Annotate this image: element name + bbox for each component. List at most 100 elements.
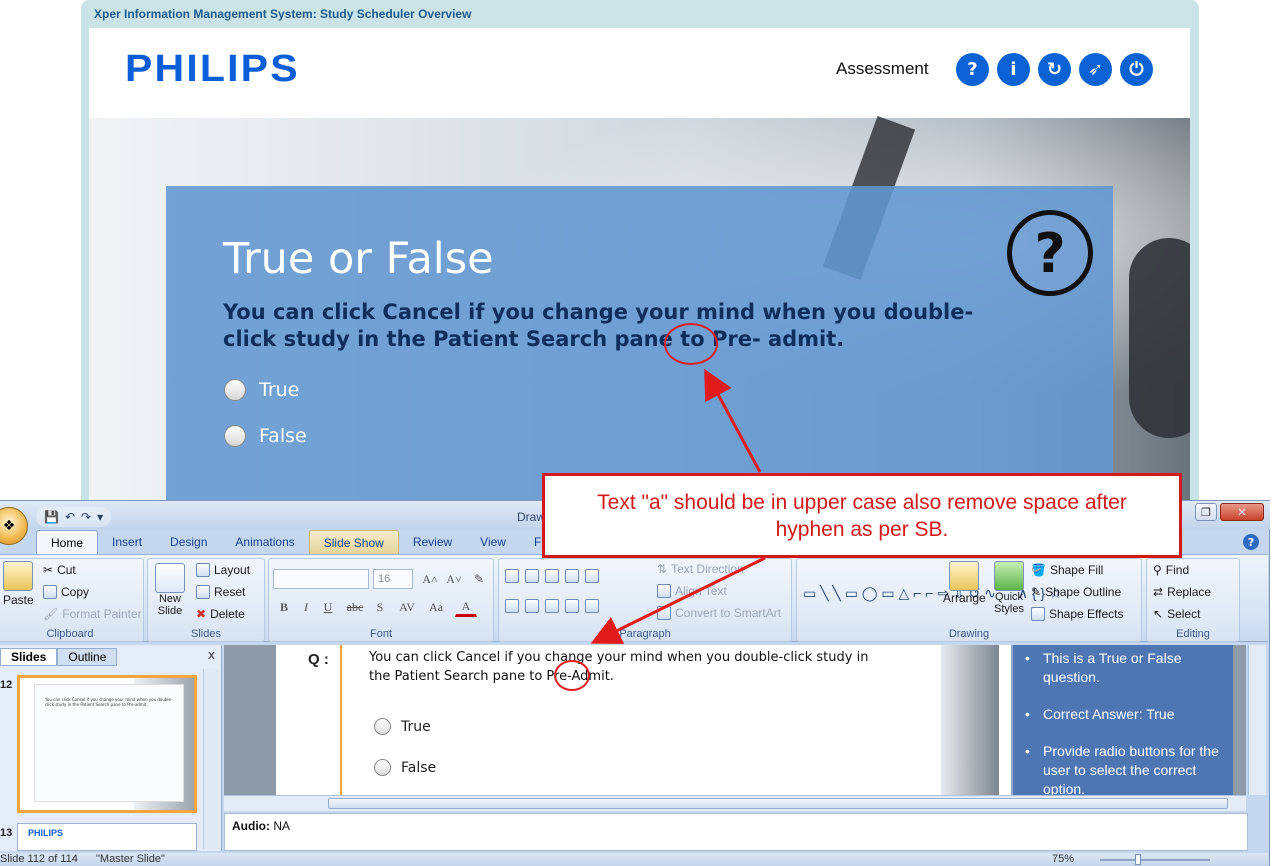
clear-format-icon[interactable]: ✎ — [468, 569, 490, 589]
align-right-icon[interactable] — [545, 599, 559, 613]
strikethrough-button[interactable]: abc — [341, 597, 369, 617]
cursor-icon: ↖ — [1153, 607, 1164, 621]
zoom-level[interactable]: 75% — [1052, 853, 1074, 865]
customize-icon[interactable]: ▾ — [97, 510, 103, 524]
char-spacing-button[interactable]: AV — [393, 597, 421, 617]
radio-false[interactable] — [224, 425, 246, 447]
shapes-gallery[interactable]: ▭ ╲ ╲ ▭ ◯ ▭ △ ⌐ ⌐ ⇨ ⇩ ↺ ∿ ⌒ ∧ { } ☆ — [803, 563, 1062, 623]
slides-pane: Slides Outline x 12 You can click Cancel… — [0, 645, 222, 851]
note-item: This is a True or False question. — [1025, 649, 1223, 687]
option-true[interactable]: True — [224, 379, 299, 401]
smartart-button[interactable]: Convert to SmartArt — [657, 606, 781, 620]
tab-view[interactable]: View — [466, 530, 520, 554]
horizontal-scrollbar[interactable] — [224, 795, 1246, 811]
change-case-button[interactable]: Aa — [423, 597, 449, 617]
compass-button[interactable]: ➶ — [1079, 53, 1112, 86]
arrange-button[interactable]: Arrange — [943, 561, 986, 605]
slide-option-false[interactable]: False — [374, 759, 436, 776]
font-color-button[interactable]: A — [455, 597, 477, 617]
section-title: Assessment — [836, 59, 929, 78]
slide-thumbnail[interactable]: You can click Cancel if you change your … — [17, 675, 197, 813]
brush-icon: 🖌 — [43, 607, 59, 621]
save-icon[interactable]: 💾 — [44, 510, 59, 524]
italic-button[interactable]: I — [295, 597, 317, 617]
slide-thumbnail[interactable]: PHILIPS — [17, 823, 197, 851]
help-icon: ? — [967, 59, 978, 80]
shape-effects-button[interactable]: Shape Effects — [1031, 607, 1124, 621]
undo-icon[interactable]: ↶ — [65, 510, 75, 524]
close-button[interactable]: ✕ — [1220, 503, 1264, 521]
tab-slide-show[interactable]: Slide Show — [308, 530, 399, 554]
layout-button[interactable]: Layout — [196, 563, 250, 577]
shape-outline-button[interactable]: ✎ Shape Outline — [1031, 585, 1121, 599]
radio-icon — [374, 718, 391, 735]
redo-icon[interactable]: ↷ — [81, 510, 91, 524]
scrollbar-thumb[interactable] — [328, 798, 1228, 809]
fill-icon: 🪣 — [1031, 563, 1046, 577]
delete-button[interactable]: ✖ Delete — [196, 607, 245, 621]
paste-button[interactable]: Paste — [3, 561, 34, 607]
restore-icon: ❐ — [1201, 505, 1211, 519]
tab-animations[interactable]: Animations — [221, 530, 308, 554]
quick-styles-button[interactable]: Quick Styles — [989, 561, 1029, 615]
exit-button[interactable]: ⏻ — [1120, 53, 1153, 86]
thumbnail-scrollbar[interactable] — [203, 669, 219, 849]
clipboard-label: Clipboard — [46, 628, 94, 640]
font-name-combo[interactable] — [273, 569, 369, 589]
justify-icon[interactable] — [565, 599, 579, 613]
grow-font-icon[interactable]: A˄ — [419, 569, 441, 589]
font-size-combo[interactable]: 16 — [373, 569, 413, 589]
notes-box[interactable]: Audio: NA — [224, 813, 1248, 851]
shape-fill-button[interactable]: 🪣 Shape Fill — [1031, 563, 1103, 577]
info-button[interactable]: i — [997, 53, 1030, 86]
underline-button[interactable]: U — [317, 597, 339, 617]
align-left-icon[interactable] — [505, 599, 519, 613]
cut-button[interactable]: ✂ Cut — [43, 563, 76, 577]
tab-home[interactable]: Home — [36, 530, 99, 554]
tab-insert[interactable]: Insert — [98, 530, 156, 554]
tab-slides[interactable]: Slides — [0, 648, 58, 666]
text-direction-icon: ⇅ — [657, 562, 668, 576]
thumbnail-text: You can click Cancel if you change your … — [45, 697, 173, 707]
text-direction-button[interactable]: ⇅ Text Direction — [657, 562, 744, 576]
slide-option-true[interactable]: True — [374, 718, 431, 735]
notes-value: NA — [273, 819, 291, 833]
tab-design[interactable]: Design — [156, 530, 221, 554]
increase-indent-icon[interactable] — [565, 569, 579, 583]
restore-button[interactable]: ❐ — [1195, 503, 1217, 521]
find-button[interactable]: ⚲ Find — [1153, 563, 1189, 577]
power-icon: ⏻ — [1129, 59, 1144, 80]
option-false[interactable]: False — [224, 425, 307, 447]
option-true-label: True — [259, 379, 300, 401]
line-spacing-icon[interactable] — [585, 569, 599, 583]
reset-button[interactable]: Reset — [196, 585, 245, 599]
replay-button[interactable]: ↻ — [1038, 53, 1071, 86]
slide-question-text[interactable]: You can click Cancel if you change your … — [369, 648, 879, 686]
zoom-slider-handle[interactable] — [1135, 854, 1141, 865]
vertical-scrollbar[interactable] — [1248, 645, 1266, 795]
replace-button[interactable]: ⇄ Replace — [1153, 585, 1211, 599]
align-text-button[interactable]: Align Text — [657, 584, 727, 598]
format-painter-button[interactable]: 🖌 Format Painter — [43, 607, 142, 621]
new-slide-button[interactable]: New Slide — [152, 563, 188, 617]
numbering-icon[interactable] — [525, 569, 539, 583]
shadow-button[interactable]: S — [369, 597, 391, 617]
bullets-icon[interactable] — [505, 569, 519, 583]
copy-button[interactable]: Copy — [43, 585, 89, 599]
zoom-slider[interactable] — [1100, 859, 1210, 861]
decrease-indent-icon[interactable] — [545, 569, 559, 583]
columns-icon[interactable] — [585, 599, 599, 613]
select-button[interactable]: ↖ Select — [1153, 607, 1200, 621]
tab-outline[interactable]: Outline — [57, 648, 118, 666]
quiz-heading: True or False — [223, 234, 494, 284]
radio-true[interactable] — [224, 379, 246, 401]
tab-review[interactable]: Review — [399, 530, 466, 554]
slide-canvas[interactable]: Q : You can click Cancel if you change y… — [276, 645, 1016, 795]
shrink-font-icon[interactable]: A˅ — [443, 569, 465, 589]
help-button[interactable]: ? — [956, 53, 989, 86]
help-icon[interactable]: ? — [1243, 534, 1259, 550]
bold-button[interactable]: B — [273, 597, 295, 617]
outline-icon: ✎ — [1031, 585, 1042, 599]
align-center-icon[interactable] — [525, 599, 539, 613]
close-pane-icon[interactable]: x — [208, 648, 215, 662]
